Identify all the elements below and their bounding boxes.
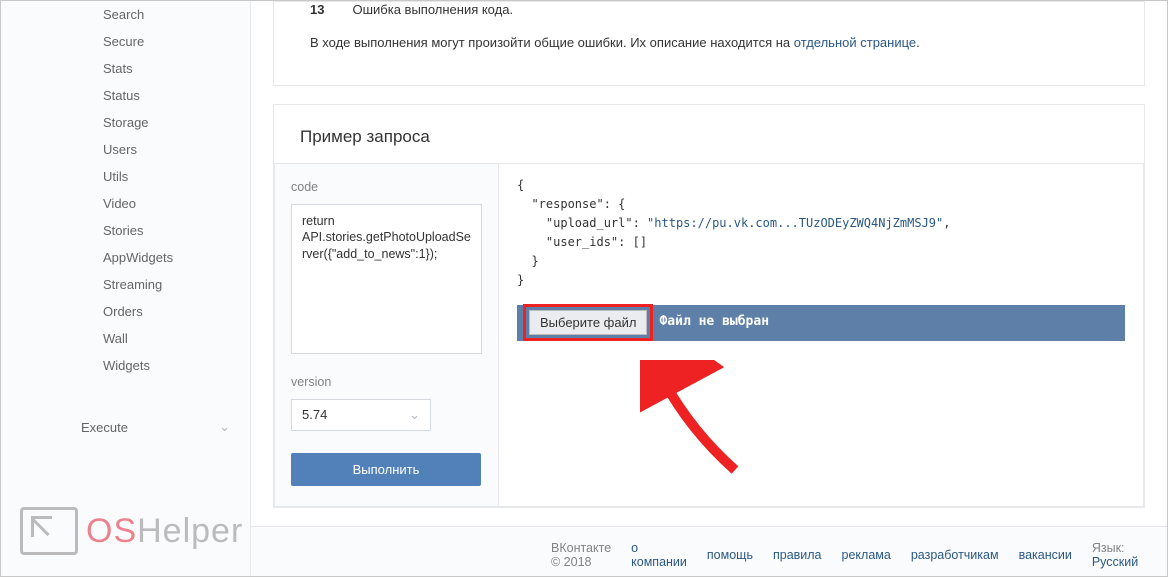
sidebar-item-utils[interactable]: Utils [1, 163, 250, 190]
version-value: 5.74 [302, 407, 327, 422]
sidebar-item-status[interactable]: Status [1, 82, 250, 109]
footer-link-help[interactable]: помощь [707, 548, 753, 562]
file-none-text: Файл не выбран [659, 312, 769, 333]
example-left: code version 5.74 ⌄ Выполнить [275, 164, 499, 506]
note-before: В ходе выполнения могут произойти общие … [310, 35, 794, 50]
choose-file-button[interactable]: Выберите файл [529, 310, 647, 335]
footer-lang: Язык: Русский [1092, 541, 1138, 569]
json-l5: } [517, 252, 1125, 271]
lang-label: Язык: [1092, 541, 1125, 555]
version-label: version [291, 375, 482, 389]
sidebar-item-storage[interactable]: Storage [1, 109, 250, 136]
file-upload-row: Выберите файл Файл не выбран [517, 305, 1125, 341]
error-row: 13 Ошибка выполнения кода. [300, 2, 1118, 27]
run-button[interactable]: Выполнить [291, 453, 481, 486]
note-after: . [916, 35, 920, 50]
response-area: { "response": { "upload_url": "https://p… [499, 164, 1143, 506]
sidebar-item-widgets[interactable]: Widgets [1, 352, 250, 379]
version-select[interactable]: 5.74 ⌄ [291, 399, 431, 431]
lang-value[interactable]: Русский [1092, 555, 1138, 569]
json-l1: { [517, 176, 1125, 195]
sidebar-item-users[interactable]: Users [1, 136, 250, 163]
sidebar-execute[interactable]: Execute ⌄ [1, 407, 250, 447]
footer-link-rules[interactable]: правила [773, 548, 822, 562]
sidebar-item-search[interactable]: Search [1, 1, 250, 28]
json-l4: "user_ids": [] [517, 233, 1125, 252]
execute-label: Execute [81, 420, 128, 435]
sidebar-item-appwidgets[interactable]: AppWidgets [1, 244, 250, 271]
chevron-down-icon: ⌄ [409, 407, 420, 423]
code-label: code [291, 180, 482, 194]
note-link[interactable]: отдельной странице [794, 35, 916, 50]
sidebar-item-stories[interactable]: Stories [1, 217, 250, 244]
example-panel: Пример запроса code version 5.74 ⌄ Выпол… [273, 104, 1145, 508]
file-button-highlight: Выберите файл [523, 304, 653, 341]
footer-link-ads[interactable]: реклама [842, 548, 891, 562]
content: 13 Ошибка выполнения кода. В ходе выполн… [251, 1, 1167, 526]
error-note: В ходе выполнения могут произойти общие … [300, 27, 1118, 57]
example-body: code version 5.74 ⌄ Выполнить { "respons… [274, 163, 1144, 507]
sidebar-item-video[interactable]: Video [1, 190, 250, 217]
sidebar-item-stats[interactable]: Stats [1, 55, 250, 82]
sidebar-item-secure[interactable]: Secure [1, 28, 250, 55]
json-l2: "response": { [517, 195, 1125, 214]
footer-link-about[interactable]: о компании [631, 541, 687, 569]
footer-link-devs[interactable]: разработчикам [911, 548, 999, 562]
errors-panel: 13 Ошибка выполнения кода. В ходе выполн… [273, 1, 1145, 86]
code-input[interactable] [291, 204, 482, 354]
json-l6: } [517, 271, 1125, 290]
footer: ВКонтакте © 2018 о компании помощь прави… [251, 526, 1167, 577]
footer-link-jobs[interactable]: вакансии [1019, 548, 1072, 562]
sidebar-item-wall[interactable]: Wall [1, 325, 250, 352]
chevron-down-icon: ⌄ [219, 419, 230, 435]
sidebar-item-streaming[interactable]: Streaming [1, 271, 250, 298]
sidebar: Search Secure Stats Status Storage Users… [1, 1, 251, 576]
json-l3: "upload_url": "https://pu.vk.com...TUzOD… [517, 214, 1125, 233]
example-title: Пример запроса [274, 105, 1144, 163]
sidebar-item-orders[interactable]: Orders [1, 298, 250, 325]
footer-copyright: ВКонтакте © 2018 [551, 541, 611, 569]
error-desc: Ошибка выполнения кода. [352, 2, 513, 17]
error-code: 13 [310, 2, 324, 17]
